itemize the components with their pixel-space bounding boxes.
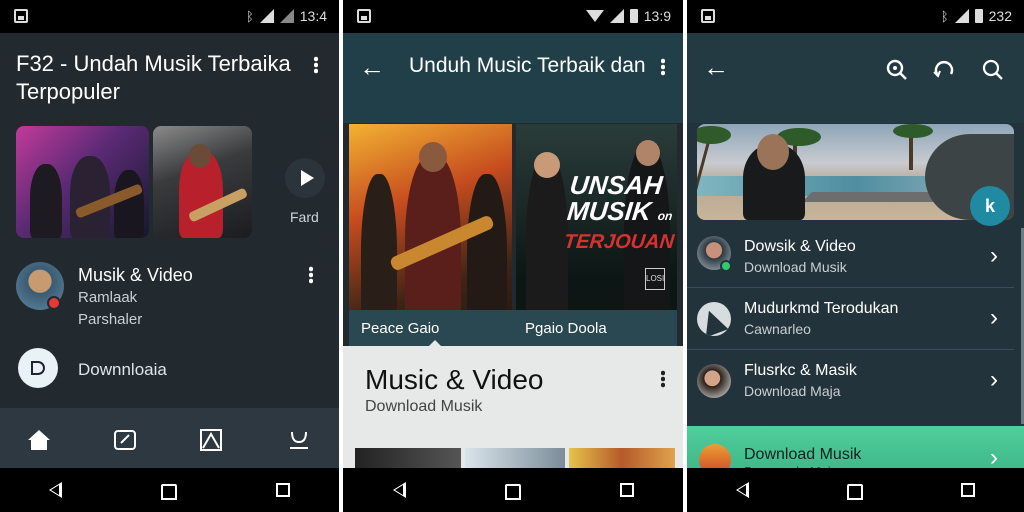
back-nav-icon[interactable]: [736, 482, 749, 498]
selection-pointer: [428, 340, 442, 347]
phone-screen-3: ᛒ 232 ← k Dowsik & Video Download Musik …: [687, 0, 1024, 512]
page-title: Unduh Music Terbaik dan: [409, 54, 646, 77]
chevron-right-icon: ›: [990, 304, 998, 331]
avatar: [697, 364, 731, 398]
video-thumbnail-guitarist[interactable]: [153, 126, 252, 238]
poster-badge: LOSI: [645, 268, 665, 290]
download-label[interactable]: Downnloaia: [78, 360, 167, 380]
status-bar: ᛒ 13:4: [0, 0, 339, 33]
image-icon[interactable]: [198, 428, 224, 452]
search-icon[interactable]: [885, 58, 909, 82]
list-item-subtitle: Download Maja: [744, 383, 841, 399]
profile-icon[interactable]: [286, 428, 312, 452]
status-bar: ᛒ 232: [687, 0, 1024, 33]
more-options-icon[interactable]: [314, 56, 318, 74]
list-item-subtitle: Download Musik: [744, 259, 847, 275]
chevron-right-icon: ›: [990, 366, 998, 393]
back-nav-icon[interactable]: [49, 482, 63, 498]
bluetooth-icon: ᛒ: [940, 8, 949, 24]
gallery-notification-icon: [14, 9, 28, 23]
status-time: 232: [988, 8, 1012, 24]
home-nav-icon[interactable]: [847, 484, 863, 500]
list-item-subtitle: Cawnarleo: [744, 321, 811, 337]
signal-icon: [609, 9, 624, 23]
app-bar: [343, 33, 683, 123]
battery-icon: [629, 9, 638, 23]
phone-screen-2: 13:9 ← Unduh Music Terbaik dan UNSAH MUS…: [343, 0, 683, 512]
chevron-right-icon: ›: [990, 242, 998, 269]
status-time: 13:9: [643, 8, 671, 24]
list-item[interactable]: Mudurkmd Terodukan Cawnarleo ›: [687, 290, 1014, 350]
thumbnail-strip-3[interactable]: [569, 448, 675, 470]
home-nav-icon[interactable]: [504, 484, 521, 500]
online-badge: [720, 260, 732, 272]
battery-icon: [974, 9, 983, 23]
system-nav-bar: [0, 468, 339, 512]
edit-icon[interactable]: [112, 428, 138, 452]
next-button[interactable]: [285, 158, 325, 198]
floating-action-button[interactable]: k: [970, 186, 1010, 226]
home-icon[interactable]: [26, 428, 52, 452]
caption-right[interactable]: Pgaio Doola: [525, 320, 607, 337]
gallery-notification-icon: [357, 9, 371, 23]
status-time: 13:4: [299, 8, 327, 24]
download-bar[interactable]: Download Musik Downoade Maja ›: [687, 426, 1024, 476]
caption-left[interactable]: Peace Gaio: [361, 320, 439, 337]
download-icon[interactable]: [18, 348, 58, 388]
system-nav-bar: [343, 468, 683, 512]
row-subtitle-2: Parshaler: [78, 311, 143, 328]
phone-screen-1: ᛒ 13:4 F32 - Undah Musik Terbaika Terpop…: [0, 0, 339, 512]
featured-banner[interactable]: [697, 124, 1014, 220]
row-more-icon[interactable]: [309, 266, 313, 284]
status-bar: 13:9: [343, 0, 683, 33]
recents-nav-icon[interactable]: [275, 483, 290, 497]
section-more-icon[interactable]: [661, 370, 665, 388]
signal-icon: [259, 9, 274, 23]
avatar: [697, 302, 731, 336]
bluetooth-icon: ᛒ: [245, 8, 254, 24]
thumbnail-strip-1[interactable]: [355, 448, 461, 470]
play-icon: [300, 170, 314, 186]
recents-nav-icon[interactable]: [619, 483, 634, 497]
section-title: Music & Video: [365, 364, 544, 395]
page-title: F32 - Undah Musik Terbaika Terpopuler: [16, 51, 291, 104]
list-item-title: Mudurkmd Terodukan: [744, 300, 899, 317]
back-nav-icon[interactable]: [392, 482, 406, 498]
list-item-title: Flusrkc & Masik: [744, 362, 857, 379]
poster-title: UNSAH MUSIK on TERJOUAN: [562, 170, 676, 253]
bottom-tab-bar: [0, 408, 339, 468]
refresh-icon[interactable]: [932, 58, 956, 82]
back-arrow-icon[interactable]: ←: [703, 54, 729, 80]
row-subtitle-1: Ramlaak: [78, 289, 138, 306]
back-arrow-icon[interactable]: ←: [359, 54, 385, 80]
download-title: Download Musik: [744, 446, 862, 463]
app-bar: [687, 33, 1024, 123]
system-nav-bar: [687, 468, 1024, 512]
three-screens: ᛒ 13:4 F32 - Undah Musik Terbaika Terpop…: [0, 0, 1024, 512]
notification-badge: [47, 296, 61, 310]
list-item[interactable]: Dowsik & Video Download Musik ›: [687, 228, 1014, 288]
no-sim-icon: [279, 9, 294, 23]
row-title[interactable]: Musik & Video: [78, 265, 193, 286]
zoom-icon[interactable]: [981, 58, 1005, 82]
signal-icon: [954, 9, 969, 23]
recents-nav-icon[interactable]: [961, 483, 975, 497]
section-subtitle: Download Musik: [365, 398, 483, 415]
home-nav-icon[interactable]: [160, 484, 177, 500]
gallery-notification-icon: [701, 9, 715, 23]
wifi-icon: [585, 10, 604, 22]
thumbnail-strip-2[interactable]: [465, 448, 565, 470]
list-item-title: Dowsik & Video: [744, 238, 856, 255]
more-options-icon[interactable]: [661, 58, 665, 76]
list-item[interactable]: Flusrkc & Masik Download Maja ›: [687, 352, 1014, 412]
next-label: Fard: [290, 209, 319, 225]
video-thumbnail-concert[interactable]: [16, 126, 149, 238]
